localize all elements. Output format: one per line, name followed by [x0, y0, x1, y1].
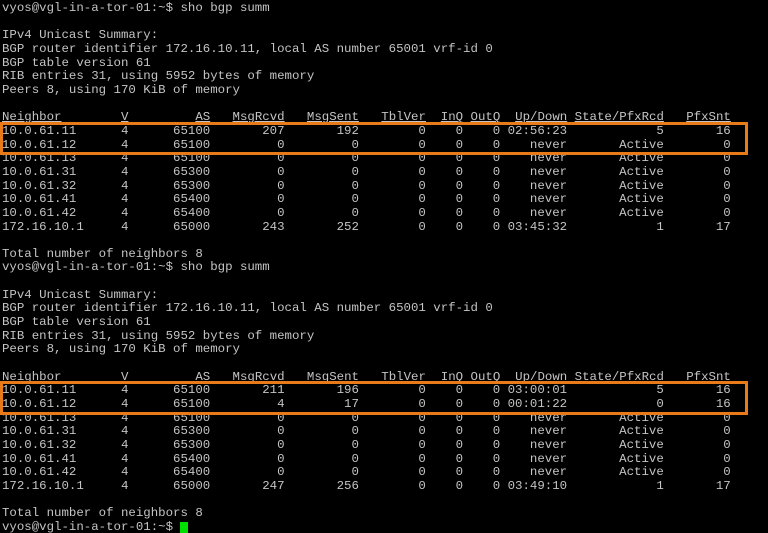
text-span: [210, 370, 232, 384]
bgp-table-row: 10.0.61.42 4 65400 0 0 0 0 0 never Activ…: [2, 205, 731, 220]
bgp-table-row: 10.0.61.32 4 65300 0 0 0 0 0 never Activ…: [2, 178, 731, 193]
prompt-cursor-line: vyos@vgl-in-a-tor-01:~$: [2, 519, 768, 533]
bgp-summary-line: BGP router identifier 172.16.10.11, loca…: [2, 41, 493, 56]
bgp-summary-line: BGP router identifier 172.16.10.11, loca…: [2, 301, 493, 316]
table-header-label: PfxSnt: [686, 110, 731, 125]
bgp-table-row: 10.0.61.13 4 65100 0 0 0 0 0 never Activ…: [2, 151, 731, 166]
bgp-table-row: 10.0.61.12 4 65100 4 17 0 0 0 00:01:22 0…: [2, 397, 731, 412]
text-span: [128, 110, 195, 124]
bgp-table-row: 172.16.10.1 4 65000 247 256 0 0 0 03:49:…: [2, 478, 731, 493]
bgp-summary-line: RIB entries 31, using 5952 bytes of memo…: [2, 69, 315, 84]
bgp-table-header: Neighbor V AS MsgRcvd MsgSent TblVer InQ…: [2, 110, 768, 125]
text-span: vyos@vgl-in-a-tor-01:~$: [2, 519, 181, 533]
table-header-label: MsgSent: [306, 110, 359, 125]
text-span: [567, 110, 574, 124]
total-neighbors-line: Total number of neighbors 8: [2, 506, 203, 521]
table-header-label: MsgRcvd: [232, 110, 285, 125]
bgp-table-row: 10.0.61.11 4 65100 211 196 0 0 0 03:00:0…: [2, 383, 731, 398]
bgp-table-row: 10.0.61.42 4 65400 0 0 0 0 0 never Activ…: [2, 465, 731, 480]
table-header-label: State/PfxRcd: [574, 369, 664, 384]
table-header-label: Up/Down: [515, 110, 568, 125]
text-span: [463, 370, 470, 384]
text-span: [128, 370, 195, 384]
table-header-label: State/PfxRcd: [574, 110, 664, 125]
bgp-summary-line: BGP table version 61: [2, 55, 151, 70]
bgp-summary-line: RIB entries 31, using 5952 bytes of memo…: [2, 328, 315, 343]
table-header-label: AS: [195, 369, 211, 384]
table-header-label: Up/Down: [515, 369, 568, 384]
text-span: [664, 110, 686, 124]
terminal-cursor: [180, 521, 189, 533]
bgp-table-row: 10.0.61.31 4 65300 0 0 0 0 0 never Activ…: [2, 164, 731, 179]
prompt-line: vyos@vgl-in-a-tor-01:~$ sho bgp summ: [2, 260, 270, 275]
text-span: [567, 370, 574, 384]
bgp-table-row: 10.0.61.12 4 65100 0 0 0 0 0 never Activ…: [2, 137, 731, 152]
table-header-label: Neighbor: [2, 110, 62, 125]
text-span: [285, 110, 307, 124]
text-span: [359, 110, 381, 124]
bgp-table-row: 172.16.10.1 4 65000 243 252 0 0 0 03:45:…: [2, 219, 731, 234]
table-header-label: MsgRcvd: [232, 369, 285, 384]
bgp-table-row: 10.0.61.41 4 65400 0 0 0 0 0 never Activ…: [2, 451, 731, 466]
text-span: [463, 110, 470, 124]
text-span: [285, 370, 307, 384]
table-header-label: TblVer: [381, 110, 426, 125]
text-span: [500, 370, 515, 384]
table-header-label: InQ: [440, 369, 464, 384]
bgp-table-header: Neighbor V AS MsgRcvd MsgSent TblVer InQ…: [2, 369, 768, 385]
table-header-label: MsgSent: [306, 369, 359, 384]
bgp-summary-line: IPv4 Unicast Summary:: [2, 287, 159, 302]
bgp-table-row: 10.0.61.41 4 65400 0 0 0 0 0 never Activ…: [2, 192, 731, 207]
prompt-line: vyos@vgl-in-a-tor-01:~$ sho bgp summ: [2, 1, 270, 15]
table-header-label: AS: [195, 110, 211, 125]
text-span: [426, 110, 441, 124]
bgp-table-row: 10.0.61.32 4 65300 0 0 0 0 0 never Activ…: [2, 438, 731, 452]
table-header-label: PfxSnt: [686, 369, 731, 384]
text-span: [500, 110, 515, 124]
table-header-label: OutQ: [470, 110, 501, 125]
total-neighbors-line: Total number of neighbors 8: [2, 246, 203, 261]
text-span: [426, 370, 441, 384]
bgp-summary-line: Peers 8, using 170 KiB of memory: [2, 342, 240, 357]
terminal-window[interactable]: vyos@vgl-in-a-tor-01:~$ sho bgp summ IPv4…: [0, 0, 768, 533]
bgp-table-row: 10.0.61.11 4 65100 207 192 0 0 0 02:56:2…: [2, 123, 731, 138]
text-span: [359, 370, 381, 384]
text-span: [664, 370, 686, 384]
terminal-screen: vyos@vgl-in-a-tor-01:~$ sho bgp summ IPv4…: [0, 0, 768, 533]
text-span: [210, 110, 232, 124]
text-span: [62, 370, 122, 384]
table-header-label: TblVer: [381, 369, 426, 384]
text-span: [62, 110, 122, 124]
bgp-table-row: 10.0.61.31 4 65300 0 0 0 0 0 never Activ…: [2, 424, 731, 439]
bgp-table-row: 10.0.61.13 4 65100 0 0 0 0 0 never Activ…: [2, 410, 731, 425]
table-header-label: Neighbor: [2, 369, 62, 384]
bgp-summary-line: BGP table version 61: [2, 315, 151, 330]
bgp-summary-line: IPv4 Unicast Summary:: [2, 28, 159, 43]
bgp-summary-line: Peers 8, using 170 KiB of memory: [2, 82, 240, 97]
table-header-label: OutQ: [470, 369, 501, 384]
table-header-label: InQ: [440, 110, 464, 125]
